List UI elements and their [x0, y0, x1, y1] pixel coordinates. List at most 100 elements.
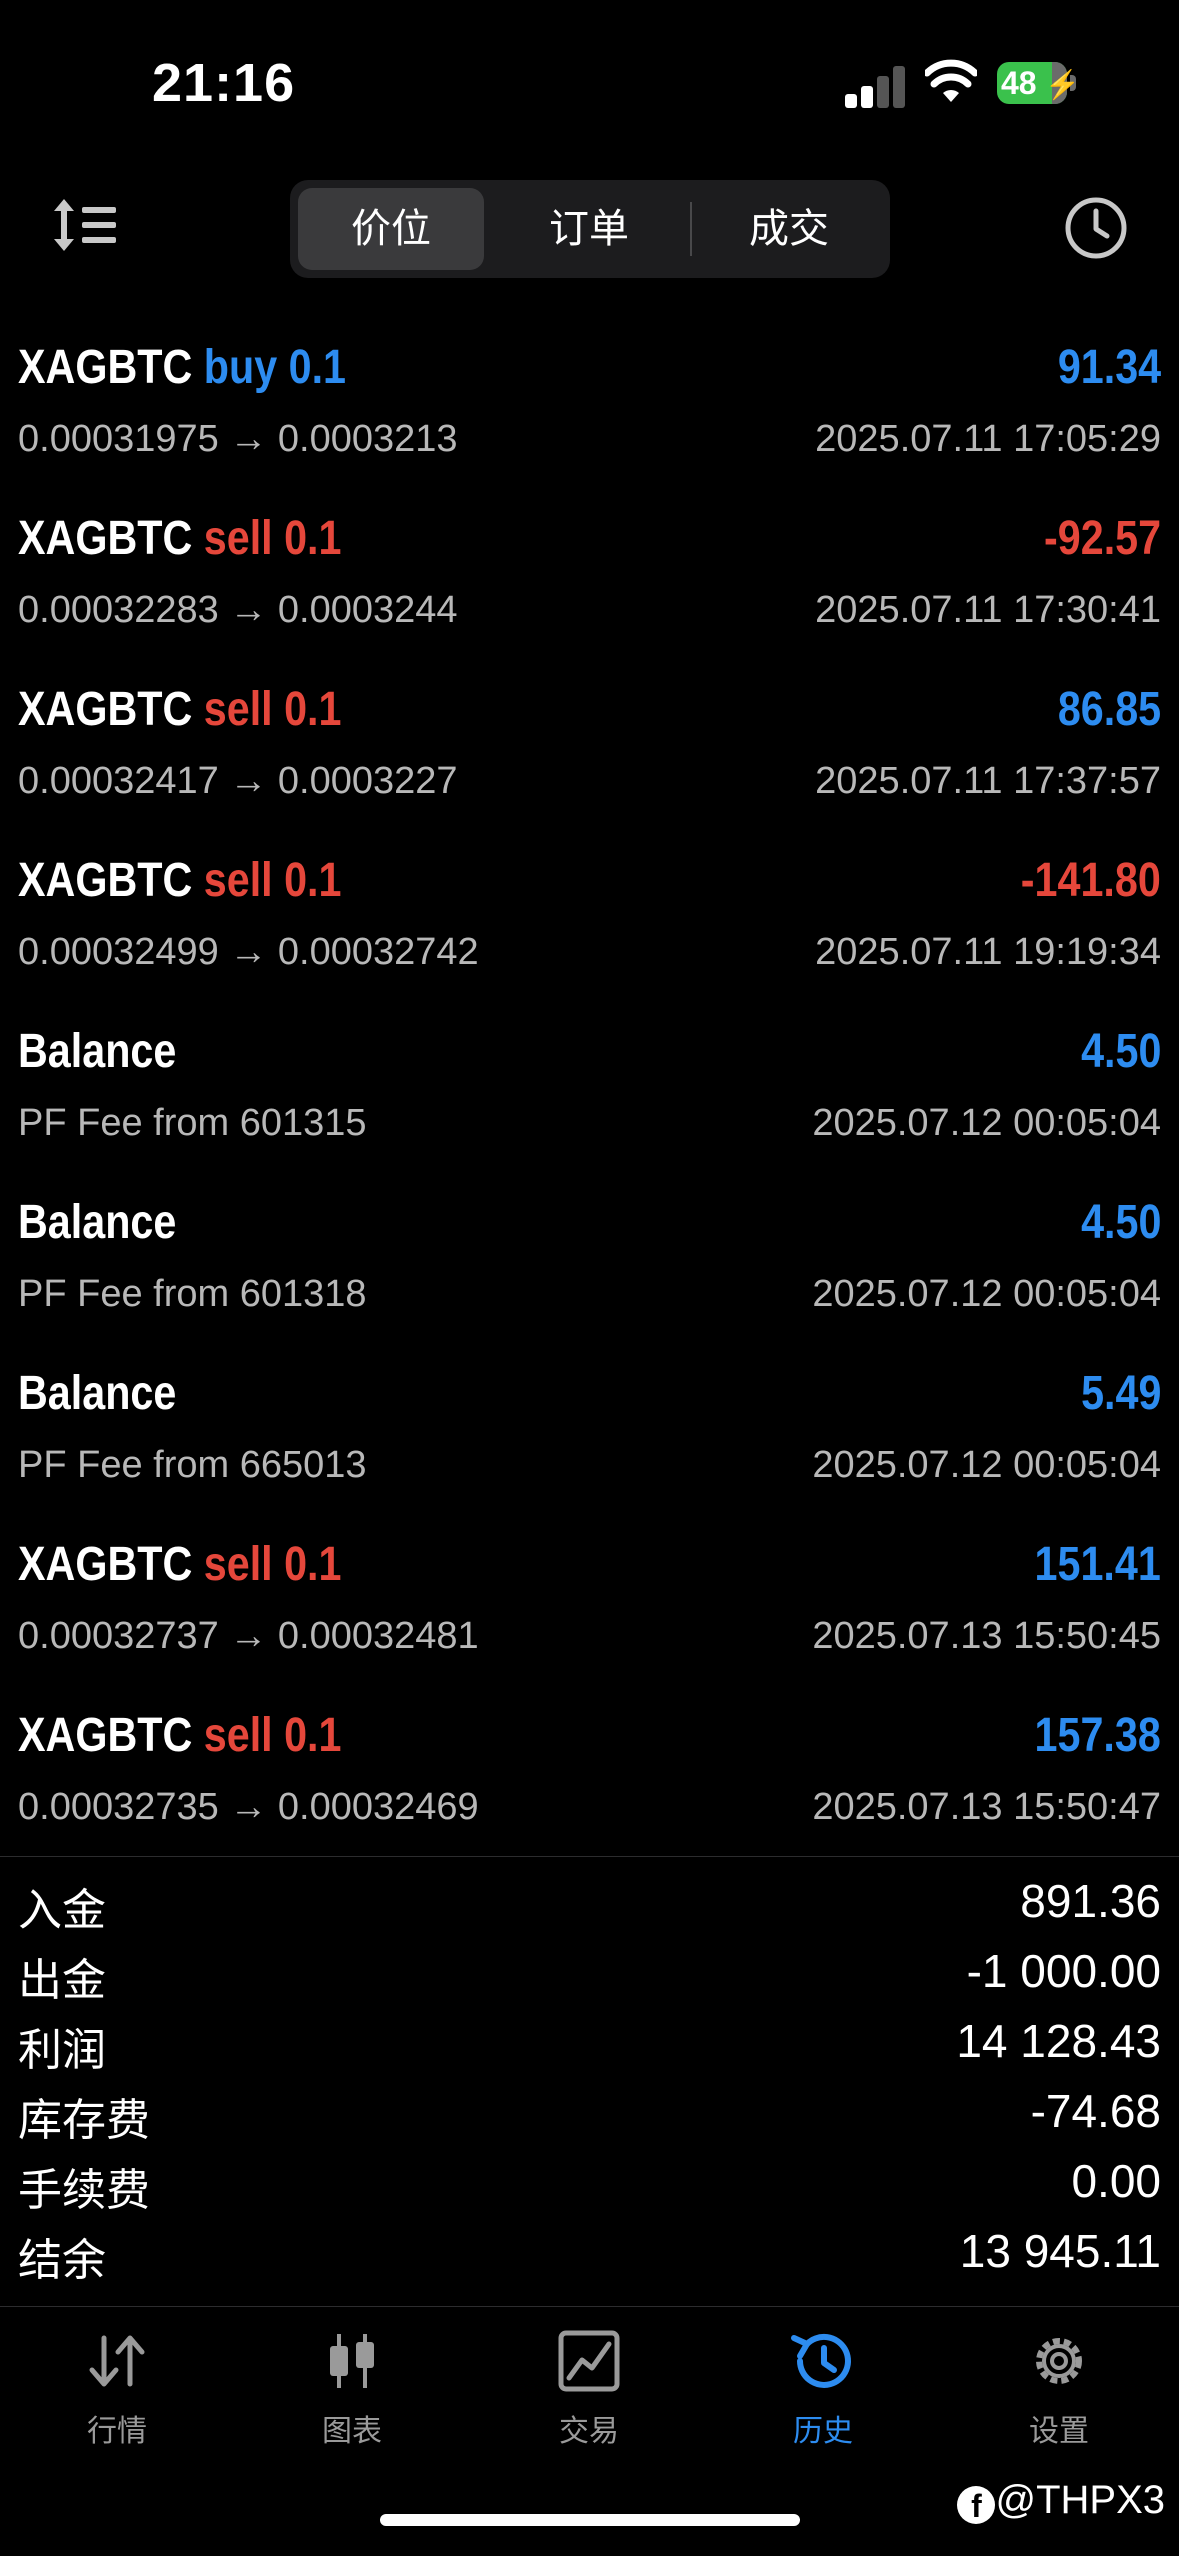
deal-direction: buy 0.1 — [203, 341, 347, 394]
summary-label: 手续费 — [18, 2166, 150, 2215]
summary-label: 结余 — [18, 2236, 106, 2285]
deal-profit: 86.85 — [1057, 683, 1161, 736]
deals-list: XAGBTC buy 0.1 91.34 0.00031975 → 0.0003… — [0, 320, 1179, 1859]
deal-row[interactable]: Balance 4.50 PF Fee from 601318 2025.07.… — [0, 1175, 1179, 1346]
summary-label: 出金 — [18, 1956, 106, 2005]
watermark-text: @THPX3 — [995, 2478, 1165, 2522]
summary-label: 库存费 — [18, 2096, 150, 2145]
tab-charts[interactable]: 图表 — [272, 2330, 432, 2460]
status-time: 21:16 — [152, 53, 296, 113]
summary-value: 891.36 — [1020, 1875, 1161, 1927]
clock-icon[interactable] — [1063, 195, 1129, 261]
tab-label: 图表 — [322, 2415, 382, 2448]
deal-date: 2025.07.11 19:19:34 — [815, 931, 1161, 973]
deal-symbol: Balance — [18, 1025, 177, 1078]
deal-date: 2025.07.11 17:37:57 — [815, 760, 1161, 802]
deal-symbol: XAGBTC — [18, 683, 193, 736]
deal-date: 2025.07.13 15:50:45 — [812, 1615, 1161, 1657]
deal-prices: 0.00032499 → 0.00032742 — [18, 931, 479, 973]
watermark: f @THPX3 — [957, 2478, 1165, 2524]
facebook-icon: f — [957, 2486, 996, 2524]
deal-symbol: XAGBTC — [18, 1538, 193, 1591]
tab-label: 历史 — [793, 2415, 853, 2448]
history-clock-icon — [791, 2333, 851, 2388]
home-indicator — [380, 2514, 800, 2526]
summary-row-commission: 手续费 0.00 — [0, 2150, 1179, 2220]
quotes-arrows-icon — [89, 2335, 145, 2387]
deal-prices: 0.00032735 → 0.00032469 — [18, 1786, 479, 1828]
deal-date: 2025.07.11 17:05:29 — [815, 418, 1161, 460]
deal-profit: 91.34 — [1057, 341, 1161, 394]
segment-divider — [690, 202, 692, 256]
deal-row[interactable]: XAGBTC sell 0.1 -92.57 0.00032283 → 0.00… — [0, 491, 1179, 662]
tab-quotes[interactable]: 行情 — [37, 2330, 197, 2460]
deal-profit: 4.50 — [1080, 1025, 1161, 1078]
deal-row[interactable]: Balance 5.49 PF Fee from 665013 2025.07.… — [0, 1346, 1179, 1517]
deal-direction: sell 0.1 — [203, 512, 342, 565]
deal-profit: 157.38 — [1034, 1709, 1161, 1762]
summary-value: 13 945.11 — [959, 2225, 1161, 2277]
summary-label: 利润 — [18, 2026, 106, 2075]
deal-prices: 0.00032283 → 0.0003244 — [18, 589, 458, 631]
deal-row[interactable]: XAGBTC buy 0.1 91.34 0.00031975 → 0.0003… — [0, 320, 1179, 491]
tab-label: 设置 — [1029, 2415, 1089, 2448]
summary-row-deposit: 入金 891.36 — [0, 1870, 1179, 1940]
summary-row-withdrawal: 出金 -1 000.00 — [0, 1940, 1179, 2010]
deal-date: 2025.07.12 00:05:04 — [812, 1102, 1161, 1144]
deal-date: 2025.07.11 17:30:41 — [815, 589, 1161, 631]
deal-date: 2025.07.12 00:05:04 — [812, 1444, 1161, 1486]
segment-deals[interactable]: 成交 — [696, 188, 882, 270]
tab-label: 行情 — [87, 2415, 147, 2448]
deal-symbol: XAGBTC — [18, 512, 193, 565]
summary-value: -1 000.00 — [966, 1945, 1161, 1997]
deal-symbol: XAGBTC — [18, 341, 193, 394]
deal-date: 2025.07.12 00:05:04 — [812, 1273, 1161, 1315]
summary-label: 入金 — [18, 1886, 106, 1935]
deal-profit: -141.80 — [1020, 854, 1161, 907]
summary-value: 0.00 — [1071, 2155, 1161, 2207]
wifi-icon — [925, 59, 977, 102]
trade-line-icon — [558, 2330, 620, 2392]
deal-row[interactable]: XAGBTC sell 0.1 86.85 0.00032417 → 0.000… — [0, 662, 1179, 833]
deal-direction: sell 0.1 — [203, 683, 342, 736]
deal-row[interactable]: Balance 4.50 PF Fee from 601315 2025.07.… — [0, 1004, 1179, 1175]
deal-profit: 5.49 — [1080, 1367, 1161, 1420]
deal-row[interactable]: XAGBTC sell 0.1 151.41 0.00032737 → 0.00… — [0, 1517, 1179, 1688]
gear-icon — [1036, 2338, 1082, 2384]
sort-icon[interactable] — [50, 195, 120, 255]
tab-bar: 行情 图表 交易 历史 设置 — [0, 2310, 1179, 2480]
segment-price[interactable]: 价位 — [298, 188, 484, 270]
deal-row[interactable]: XAGBTC sell 0.1 -141.80 0.00032499 → 0.0… — [0, 833, 1179, 1004]
deal-profit: -92.57 — [1043, 512, 1161, 565]
tab-settings[interactable]: 设置 — [979, 2330, 1139, 2460]
status-bar: 21:16 48 ⚡ — [0, 0, 1179, 170]
deal-prices: 0.00032737 → 0.00032481 — [18, 1615, 479, 1657]
summary-row-profit: 利润 14 128.43 — [0, 2010, 1179, 2080]
summary-panel: 入金 891.36 出金 -1 000.00 利润 14 128.43 库存费 … — [0, 1870, 1179, 2290]
summary-value: 14 128.43 — [956, 2015, 1161, 2067]
deal-direction: sell 0.1 — [203, 1538, 342, 1591]
deal-symbol: XAGBTC — [18, 854, 193, 907]
deal-direction: sell 0.1 — [203, 854, 342, 907]
segment-orders[interactable]: 订单 — [496, 188, 682, 270]
list-divider — [0, 1856, 1179, 1857]
deal-row[interactable]: XAGBTC sell 0.1 157.38 0.00032735 → 0.00… — [0, 1688, 1179, 1859]
tab-history[interactable]: 历史 — [743, 2330, 903, 2460]
tab-trade[interactable]: 交易 — [509, 2330, 669, 2460]
deal-prices: PF Fee from 601315 — [18, 1102, 367, 1144]
battery-level: 48 — [1001, 65, 1037, 101]
tab-bar-divider — [0, 2306, 1179, 2307]
deal-symbol: Balance — [18, 1196, 177, 1249]
battery-icon: 48 ⚡ — [997, 62, 1080, 104]
summary-value: -74.68 — [1030, 2085, 1161, 2137]
deal-prices: PF Fee from 601318 — [18, 1273, 367, 1315]
segmented-control: 价位 订单 成交 — [290, 180, 890, 278]
deal-profit: 4.50 — [1080, 1196, 1161, 1249]
deal-date: 2025.07.13 15:50:47 — [812, 1786, 1161, 1828]
deal-prices: 0.00031975 → 0.0003213 — [18, 418, 458, 460]
deal-profit: 151.41 — [1034, 1538, 1161, 1591]
deal-prices: PF Fee from 665013 — [18, 1444, 367, 1486]
cellular-signal-icon — [845, 64, 907, 108]
deal-symbol: XAGBTC — [18, 1709, 193, 1762]
summary-row-balance: 结余 13 945.11 — [0, 2220, 1179, 2290]
